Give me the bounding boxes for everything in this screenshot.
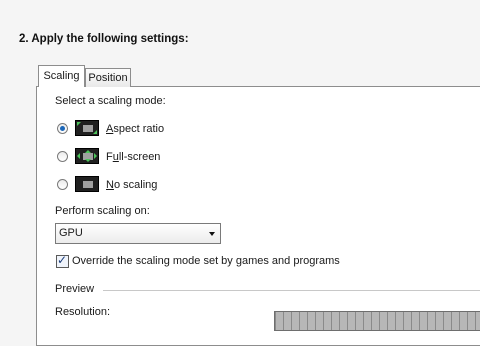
preview-label: Preview xyxy=(55,283,95,295)
full-screen-label: ll-screen xyxy=(118,151,161,163)
no-scaling-icon xyxy=(75,176,99,192)
tab-position[interactable]: Position xyxy=(85,68,131,87)
aspect-ratio-icon xyxy=(75,120,99,136)
preview-divider xyxy=(103,290,480,291)
no-scaling-radio[interactable] xyxy=(57,179,68,190)
full-screen-icon xyxy=(75,148,99,164)
checkmark-icon: ✓ xyxy=(57,253,68,267)
full-screen-option[interactable]: Full-screen xyxy=(106,151,160,163)
perform-scaling-select[interactable]: GPU xyxy=(55,223,221,244)
tab-scaling[interactable]: Scaling xyxy=(38,65,85,87)
override-label[interactable]: Override the scaling mode set by games a… xyxy=(72,255,340,267)
aspect-ratio-option[interactable]: Aspect ratio xyxy=(106,123,164,135)
perform-scaling-label: Perform scaling on: xyxy=(55,205,150,217)
chevron-down-icon xyxy=(209,232,215,236)
perform-scaling-value: GPU xyxy=(59,227,83,239)
aspect-ratio-radio[interactable] xyxy=(57,123,68,134)
preview-display xyxy=(274,311,480,331)
no-scaling-option[interactable]: No scaling xyxy=(106,179,157,191)
resolution-label: Resolution: xyxy=(55,306,111,318)
section-heading: 2. Apply the following settings: xyxy=(19,33,189,45)
full-screen-radio[interactable] xyxy=(57,151,68,162)
aspect-ratio-label: spect ratio xyxy=(113,123,165,135)
no-scaling-label: o scaling xyxy=(113,179,158,191)
no-scaling-accesskey: N xyxy=(106,179,114,191)
full-screen-prefix: F xyxy=(106,151,113,163)
override-checkbox[interactable]: ✓ xyxy=(56,253,69,268)
scaling-mode-label: Select a scaling mode: xyxy=(55,95,166,107)
